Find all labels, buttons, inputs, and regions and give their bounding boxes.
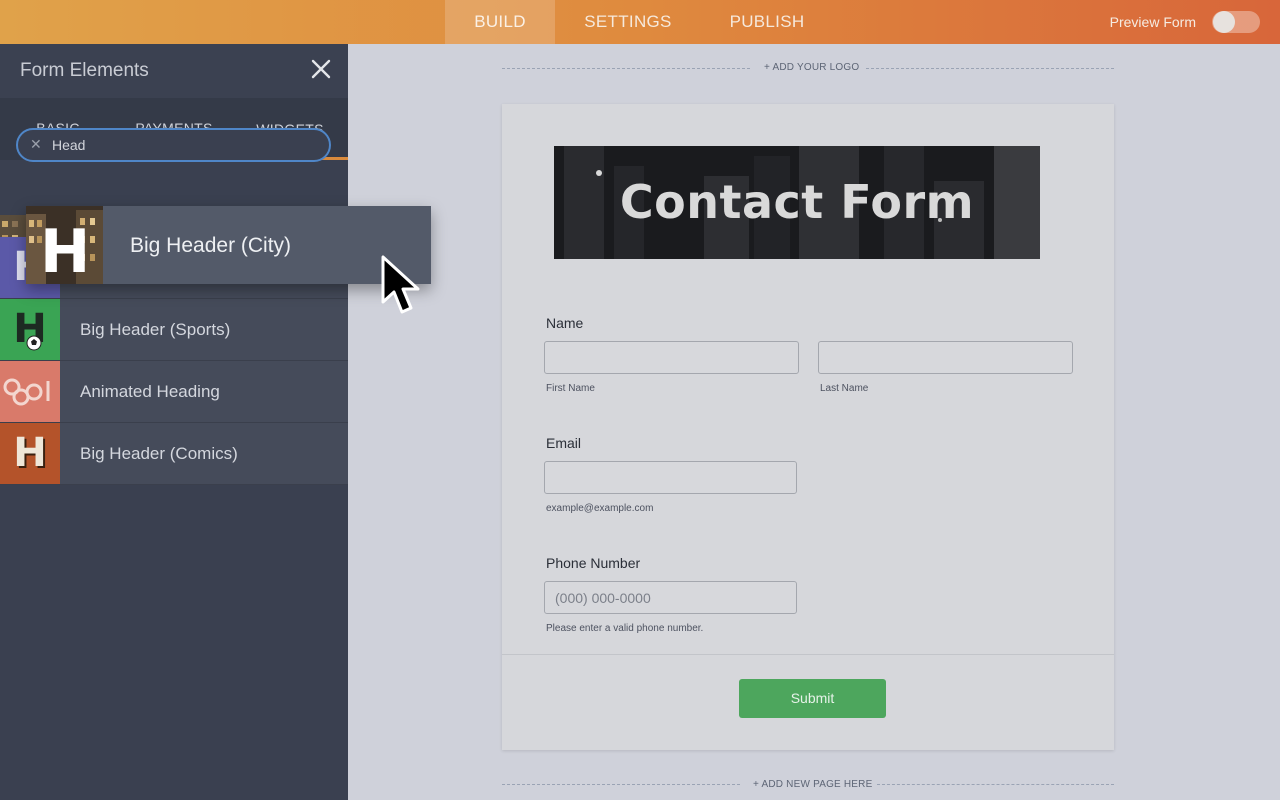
submit-button[interactable]: Submit: [739, 679, 886, 718]
phone-field[interactable]: (000) 000-0000: [544, 581, 797, 614]
logo-divider-right: [866, 68, 1114, 69]
phone-sublabel: Please enter a valid phone number.: [546, 623, 704, 634]
cool-heading-icon: [0, 361, 60, 422]
close-icon[interactable]: [310, 58, 332, 80]
mouse-pointer-icon: [381, 255, 420, 314]
panel-header: Form Elements: [0, 44, 348, 98]
tab-build[interactable]: BUILD: [445, 0, 555, 44]
sports-header-icon: H: [0, 299, 60, 360]
form-card: Contact Form Name First Name Last Name E…: [502, 104, 1114, 750]
page-divider-right: [877, 784, 1114, 785]
phone-placeholder: (000) 000-0000: [555, 590, 651, 606]
panel-title: Form Elements: [20, 60, 149, 81]
clear-icon[interactable]: ✕: [30, 136, 42, 153]
tab-publish[interactable]: PUBLISH: [712, 0, 822, 44]
tab-settings[interactable]: SETTINGS: [568, 0, 688, 44]
preview-form-label: Preview Form: [1109, 14, 1196, 30]
list-item[interactable]: Animated Heading: [0, 361, 348, 423]
first-name-sublabel: First Name: [546, 383, 595, 394]
widget-label: Big Header (Sports): [80, 320, 231, 339]
logo-divider-left: [502, 68, 750, 69]
preview-form-toggle[interactable]: [1212, 11, 1260, 33]
last-name-field[interactable]: [818, 341, 1073, 374]
form-title: Contact Form: [619, 175, 975, 229]
list-item[interactable]: H Big Header (Sports): [0, 299, 348, 361]
name-label: Name: [546, 315, 584, 331]
widget-search-input[interactable]: ✕ Head: [16, 128, 331, 162]
widget-label: Big Header (Comics): [80, 444, 238, 463]
form-divider: [502, 654, 1114, 655]
email-field[interactable]: [544, 461, 797, 494]
email-label: Email: [546, 435, 582, 451]
dragged-widget-label: Big Header (City): [130, 234, 292, 257]
add-logo-link[interactable]: + ADD YOUR LOGO: [764, 62, 859, 73]
search-value: Head: [52, 137, 86, 153]
last-name-sublabel: Last Name: [820, 383, 869, 394]
top-navigation-bar: BUILD SETTINGS PUBLISH Preview Form: [0, 0, 1280, 44]
email-sublabel: example@example.com: [546, 503, 654, 514]
list-item[interactable]: H Big Header (Comics): [0, 423, 348, 485]
city-header-icon: H: [26, 206, 103, 284]
dragged-widget-item[interactable]: H Big Header (City): [26, 206, 431, 284]
comics-header-icon: H: [0, 423, 60, 484]
phone-label: Phone Number: [546, 555, 641, 571]
page-divider-left: [502, 784, 740, 785]
header-banner[interactable]: Contact Form: [554, 146, 1040, 259]
svg-text:H: H: [40, 217, 90, 284]
toggle-knob: [1213, 11, 1235, 33]
first-name-field[interactable]: [544, 341, 799, 374]
add-new-page-link[interactable]: + ADD NEW PAGE HERE: [753, 779, 872, 790]
widget-label: Animated Heading: [80, 382, 220, 401]
